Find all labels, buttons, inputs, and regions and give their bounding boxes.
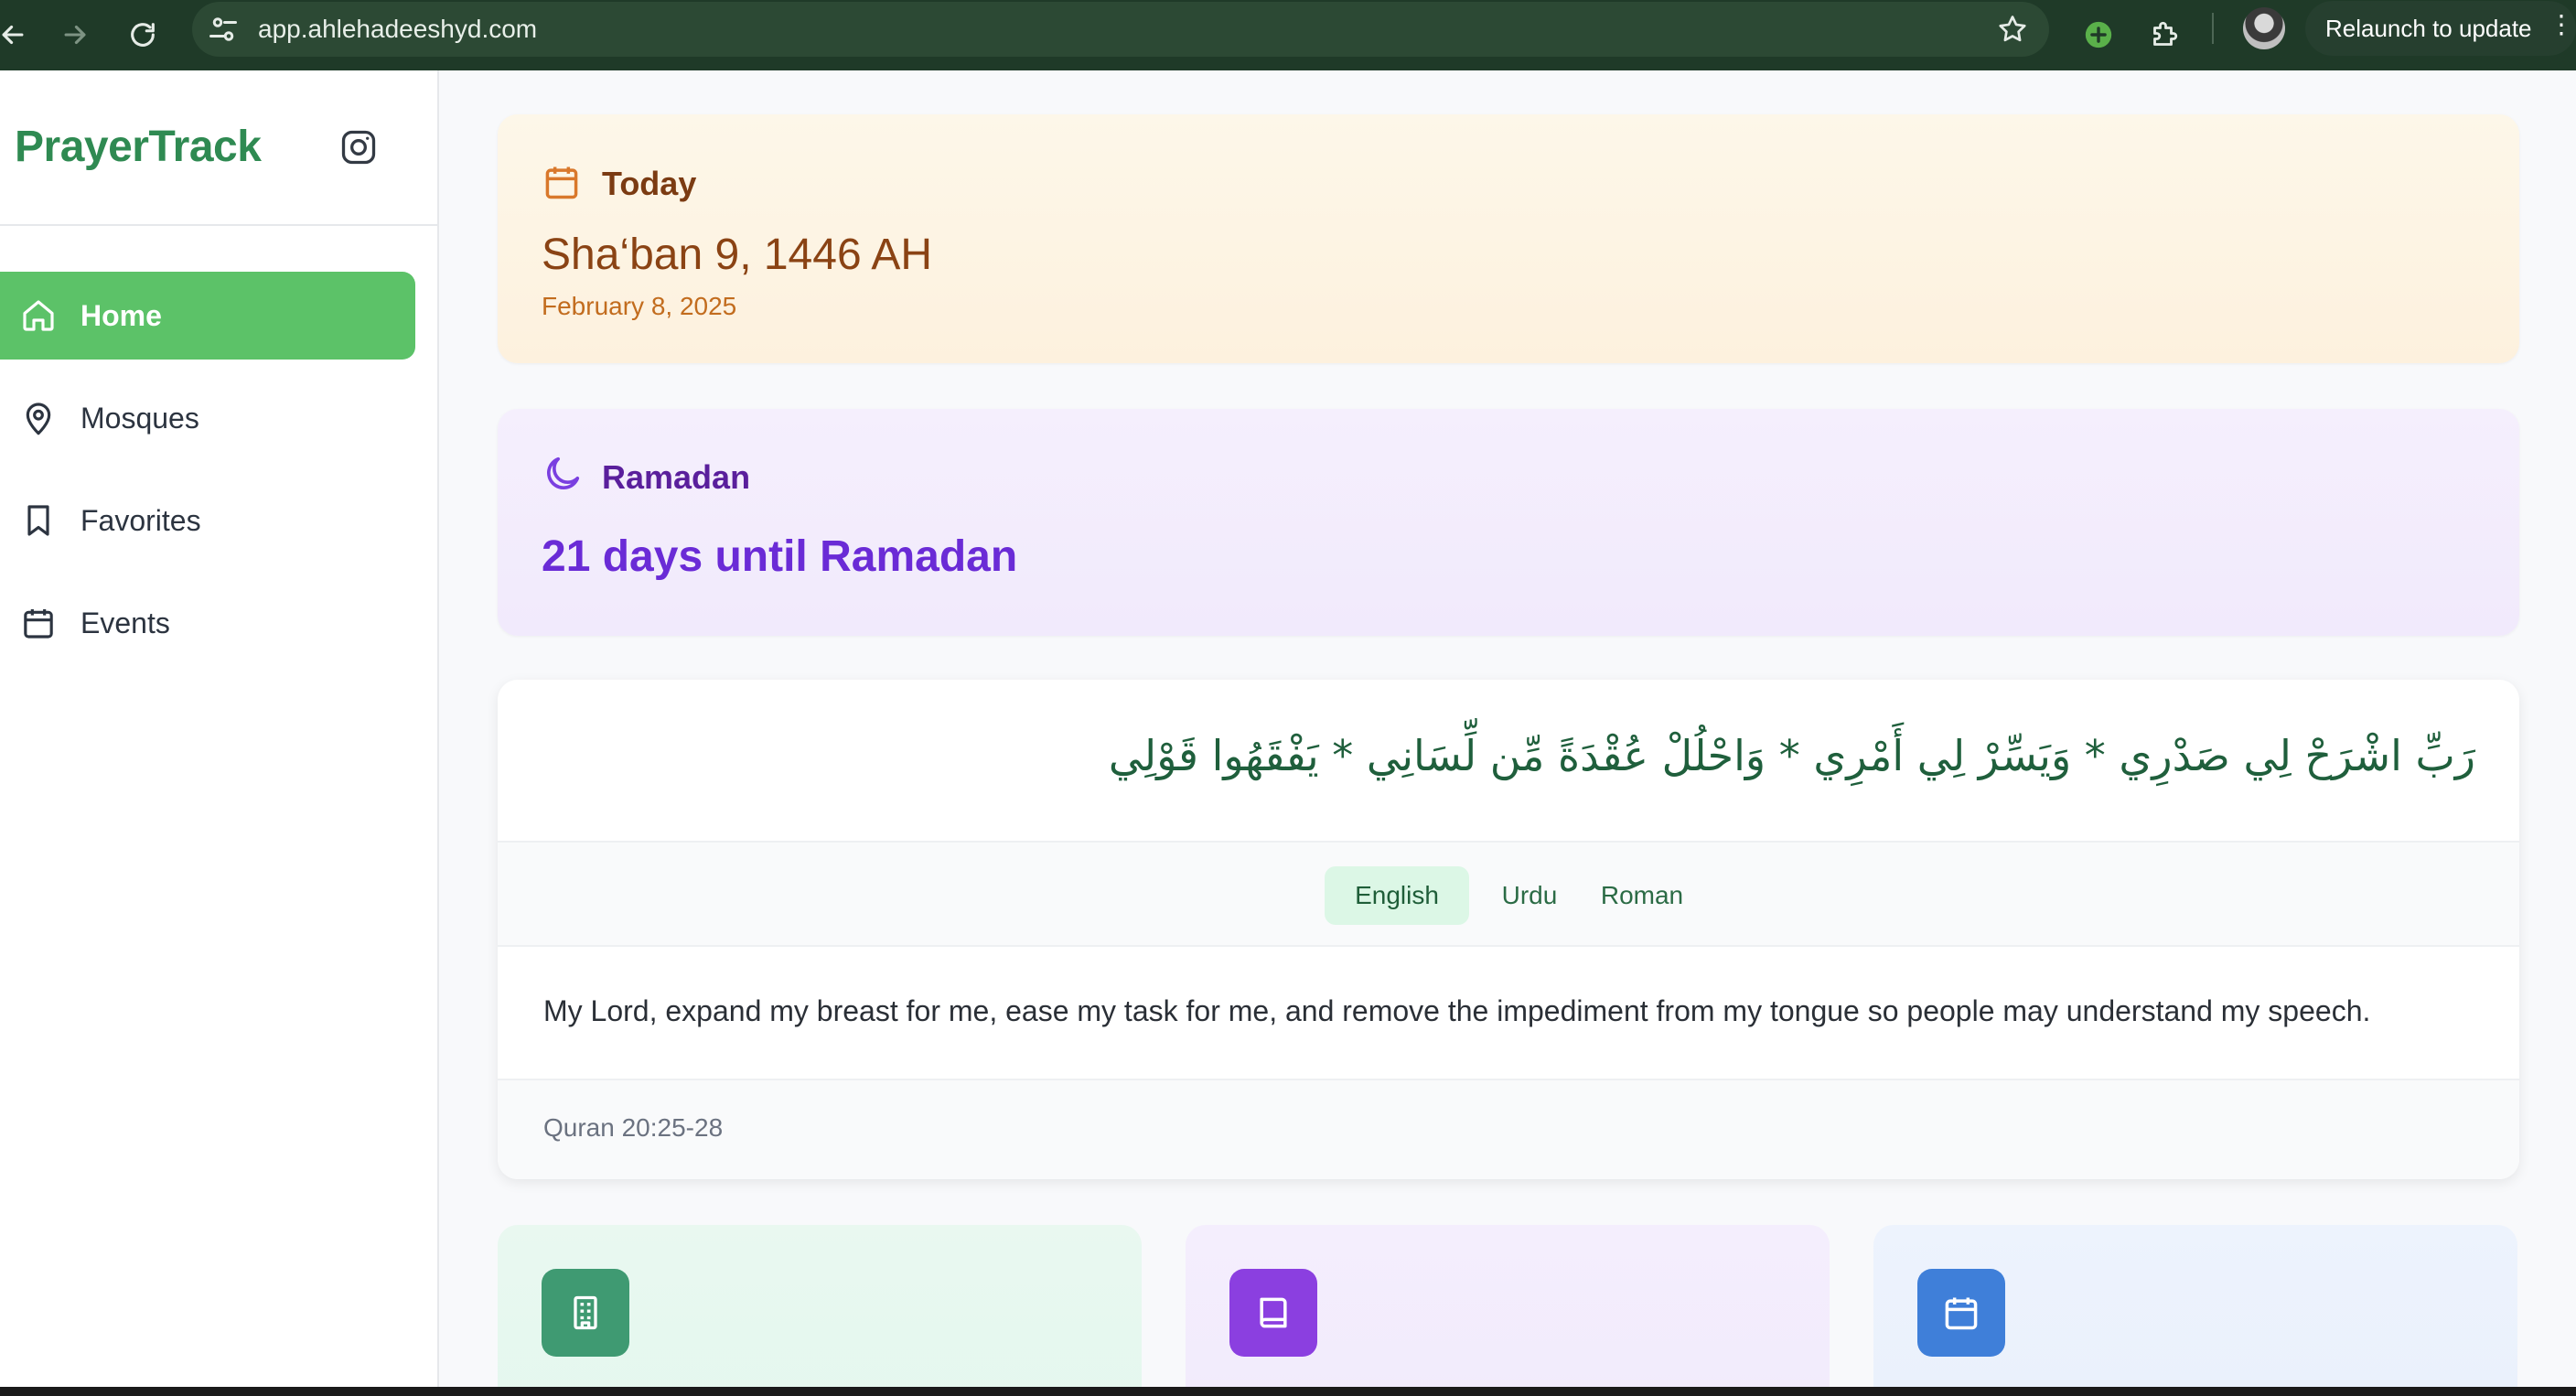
today-title: Today: [602, 165, 697, 202]
sidebar-item-mosques[interactable]: Mosques: [0, 374, 415, 462]
brand-logo[interactable]: PrayerTrack: [15, 122, 262, 172]
tab-urdu[interactable]: Urdu: [1487, 866, 1572, 925]
window-bottom-edge: [0, 1387, 2576, 1396]
hijri-date: Sha‘ban 9, 1446 AH: [542, 231, 933, 279]
back-button[interactable]: [0, 7, 40, 62]
calendar-icon: [545, 166, 578, 199]
bookmark-icon: [27, 505, 49, 536]
calendar-icon: [1945, 1297, 1978, 1330]
map-pin-icon: [26, 403, 51, 435]
extension-button[interactable]: [2073, 9, 2124, 60]
profile-avatar[interactable]: [2243, 7, 2285, 49]
today-card: Today Sha‘ban 9, 1446 AH February 8, 202…: [498, 114, 2519, 363]
dua-card: رَبِّ اشْرَحْ لِي صَدْرِي * وَيَسِّرْ لِ…: [498, 680, 2519, 1179]
feature-icon-badge: [1917, 1269, 2005, 1357]
sidebar: PrayerTrack Home Mosques Favorites Event…: [0, 70, 439, 1396]
moon-icon: [546, 456, 580, 490]
url-text: app.ahlehadeeshyd.com: [258, 15, 538, 43]
feature-card-learning[interactable]: [1186, 1225, 1830, 1396]
feature-card-events[interactable]: [1873, 1225, 2517, 1396]
sidebar-item-label: Events: [80, 606, 170, 639]
dua-translation: My Lord, expand my breast for me, ease m…: [543, 994, 2371, 1027]
bookmark-star-icon[interactable]: [1996, 13, 2029, 46]
dua-footer: Quran 20:25-28: [498, 1079, 2519, 1179]
sidebar-item-favorites[interactable]: Favorites: [0, 477, 415, 564]
ramadan-countdown: 21 days until Ramadan: [542, 532, 1018, 581]
dua-arabic-text: رَبِّ اشْرَحْ لِي صَدْرِي * وَيَسِّرْ لِ…: [1108, 731, 2475, 780]
site-settings-icon[interactable]: [207, 13, 240, 46]
toolbar-separator: [2212, 13, 2214, 44]
forward-button[interactable]: [48, 7, 102, 62]
main-content: Today Sha‘ban 9, 1446 AH February 8, 202…: [439, 70, 2576, 1396]
sidebar-item-label: Favorites: [80, 503, 201, 537]
gregorian-date: February 8, 2025: [542, 292, 737, 320]
arrow-left-icon: [2, 25, 24, 45]
more-menu-icon[interactable]: ⋮: [2549, 12, 2574, 38]
sidebar-item-label: Mosques: [80, 401, 199, 435]
browser-toolbar: app.ahlehadeeshyd.com Relaunch to update…: [0, 0, 2576, 70]
tab-roman[interactable]: Roman: [1590, 866, 1694, 925]
sidebar-divider: [0, 224, 437, 226]
address-bar[interactable]: app.ahlehadeeshyd.com: [192, 2, 2049, 57]
feature-icon-badge: [1229, 1269, 1317, 1357]
home-icon: [23, 300, 54, 331]
relaunch-label: Relaunch to update: [2325, 14, 2532, 42]
dua-reference: Quran 20:25-28: [543, 1113, 724, 1142]
translation-tabs: English Urdu Roman: [498, 841, 2519, 947]
extensions-menu-button[interactable]: [2139, 9, 2190, 60]
reload-button[interactable]: [115, 7, 170, 62]
sidebar-item-events[interactable]: Events: [0, 579, 415, 667]
feature-icon-badge: [542, 1269, 629, 1357]
reload-icon: [131, 23, 155, 47]
ramadan-card: Ramadan 21 days until Ramadan: [498, 409, 2519, 636]
book-icon: [1260, 1297, 1287, 1328]
relaunch-button[interactable]: Relaunch to update ⋮: [2305, 1, 2576, 56]
instagram-icon[interactable]: [338, 127, 379, 167]
puzzle-icon: [2153, 21, 2178, 46]
sidebar-item-home[interactable]: Home: [0, 272, 415, 360]
plus-circle-icon: [2085, 21, 2112, 48]
calendar-icon: [24, 609, 53, 639]
ramadan-title: Ramadan: [602, 458, 751, 496]
sidebar-item-label: Home: [80, 298, 162, 332]
arrow-right-icon: [64, 25, 86, 45]
feature-card-mosques[interactable]: [498, 1225, 1142, 1396]
tab-english[interactable]: English: [1325, 866, 1469, 925]
mosque-building-icon: [574, 1295, 597, 1330]
